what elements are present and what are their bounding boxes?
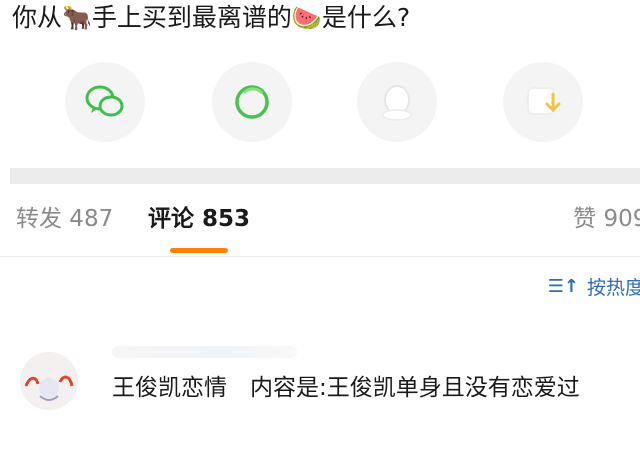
section-divider: [10, 168, 640, 184]
interaction-tabs: 转发 487 评论 853 赞 9092: [0, 196, 640, 256]
title-text-1: 你从: [12, 3, 63, 32]
sort-label: 按热度: [586, 276, 640, 299]
tabs-divider: [0, 256, 640, 257]
sort-by-hot-button[interactable]: ☰↑ 按热度: [548, 272, 640, 300]
share-qq-button[interactable]: [357, 62, 437, 142]
comment-text: 王俊凯恋情 内容是:王俊凯单身且没有恋爱过: [112, 375, 580, 401]
title-text-3: 是什么?: [321, 3, 411, 32]
username-blurred: [112, 346, 297, 358]
tab-like[interactable]: 赞 9092: [573, 204, 640, 234]
qq-icon: [382, 85, 412, 121]
sort-icon: ☰↑: [547, 275, 579, 297]
active-tab-indicator: [170, 248, 228, 253]
ox-emoji-icon: 🐂: [62, 4, 92, 32]
share-moments-button[interactable]: [212, 62, 292, 142]
tab-forward[interactable]: 转发 487: [16, 204, 113, 234]
title-text-2: 手上买到最离谱的: [91, 3, 292, 32]
comment-item: 王俊凯恋情 内容是:王俊凯单身且没有恋爱过: [0, 330, 640, 460]
avatar[interactable]: [20, 352, 78, 410]
watermelon-emoji-icon: 🍉: [291, 4, 322, 32]
post-title: 你从🐂手上买到最离谱的🍉是什么?: [12, 0, 410, 36]
share-row: [0, 62, 640, 142]
moments-icon: [235, 85, 269, 119]
weibo-post-page: 你从🐂手上买到最离谱的🍉是什么? 转发 487 评论 853 赞 90 ☰↑ 按…: [0, 0, 640, 460]
avatar-image: [20, 352, 78, 410]
wechat-icon: [85, 85, 124, 117]
tab-comment[interactable]: 评论 853: [148, 204, 250, 234]
share-wechat-button[interactable]: [65, 62, 145, 142]
share-qzone-button[interactable]: [503, 62, 583, 142]
qzone-icon: [527, 87, 561, 115]
